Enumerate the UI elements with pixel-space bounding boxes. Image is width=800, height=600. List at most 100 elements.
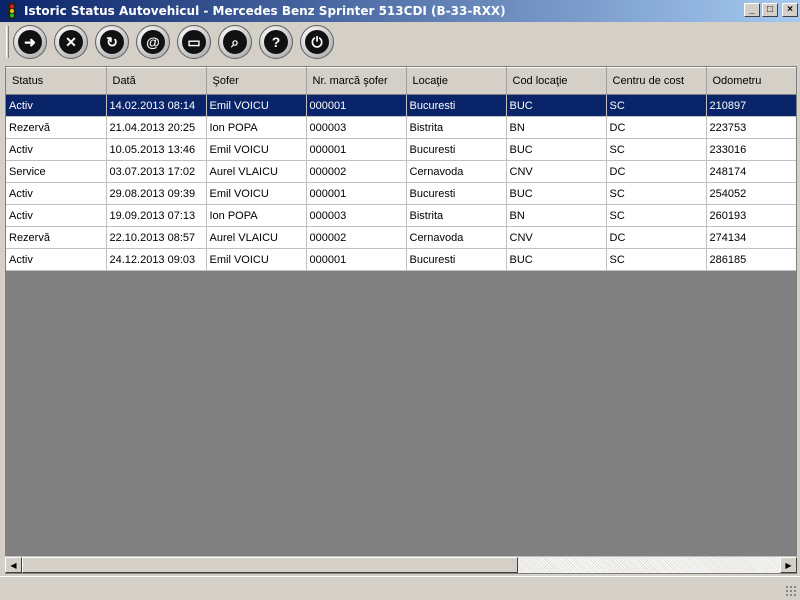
scroll-left-arrow-icon[interactable]: ◀ <box>5 557 22 573</box>
cell-status: Rezervă <box>6 116 107 139</box>
column-header-driver-id[interactable]: Nr. marcă şofer <box>306 67 407 95</box>
cell-odometer: 260193 <box>706 204 796 227</box>
email-button[interactable]: @ <box>136 25 170 59</box>
cell-odometer: 254052 <box>706 182 796 205</box>
cell-driver-id: 000002 <box>306 226 407 249</box>
cell-status: Activ <box>6 204 107 227</box>
cell-location-code: BUC <box>506 94 607 117</box>
cell-status: Activ <box>6 138 107 161</box>
cell-odometer: 274134 <box>706 226 796 249</box>
cell-driver-id: 000003 <box>306 204 407 227</box>
cell-location: Bucuresti <box>406 94 507 117</box>
help-button[interactable]: ? <box>259 25 293 59</box>
status-table: Status Dată Şofer Nr. marcă şofer Locaţi… <box>6 67 796 271</box>
table-row[interactable]: Rezervă 21.04.2013 20:25 Ion POPA 000003… <box>6 116 796 139</box>
cell-cost-center: DC <box>606 160 707 183</box>
exit-button[interactable]: ➜ <box>13 25 47 59</box>
cell-driver-id: 000001 <box>306 182 407 205</box>
column-header-odometer[interactable]: Odometru <box>706 67 796 95</box>
cell-status: Activ <box>6 248 107 271</box>
table-row[interactable]: Service 03.07.2013 17:02 Aurel VLAICU 00… <box>6 160 796 183</box>
cell-odometer: 248174 <box>706 160 796 183</box>
delete-icon: ✕ <box>59 30 83 54</box>
cell-location: Bistrita <box>406 116 507 139</box>
status-bar <box>0 576 800 600</box>
cell-driver: Emil VOICU <box>206 248 307 271</box>
search-button[interactable]: ⌕ <box>218 25 252 59</box>
cell-driver-id: 000001 <box>306 94 407 117</box>
column-header-status[interactable]: Status <box>6 67 107 95</box>
cell-driver: Ion POPA <box>206 204 307 227</box>
help-icon: ? <box>264 30 288 54</box>
table-row[interactable]: Activ 14.02.2013 08:14 Emil VOICU 000001… <box>6 94 796 117</box>
email-icon: @ <box>141 30 165 54</box>
cell-odometer: 223753 <box>706 116 796 139</box>
cell-location-code: BUC <box>506 248 607 271</box>
cell-location-code: CNV <box>506 160 607 183</box>
cell-driver: Aurel VLAICU <box>206 226 307 249</box>
table-row[interactable]: Activ 24.12.2013 09:03 Emil VOICU 000001… <box>6 248 796 271</box>
toolbar: ➜ ✕ ↻ @ ▭ ⌕ ? ⏻ <box>0 22 800 62</box>
refresh-button[interactable]: ↻ <box>95 25 129 59</box>
table-row[interactable]: Rezervă 22.10.2013 08:57 Aurel VLAICU 00… <box>6 226 796 249</box>
cell-date: 22.10.2013 08:57 <box>106 226 207 249</box>
cell-driver-id: 000001 <box>306 248 407 271</box>
horizontal-scrollbar[interactable]: ◀ ▶ <box>5 556 797 573</box>
cell-cost-center: SC <box>606 182 707 205</box>
exit-icon: ➜ <box>18 30 42 54</box>
cell-cost-center: DC <box>606 226 707 249</box>
cell-cost-center: SC <box>606 94 707 117</box>
cell-location-code: BUC <box>506 138 607 161</box>
cell-location: Bucuresti <box>406 138 507 161</box>
scrollbar-track[interactable] <box>518 557 780 573</box>
cell-date: 10.05.2013 13:46 <box>106 138 207 161</box>
power-icon: ⏻ <box>305 30 329 54</box>
scrollbar-thumb[interactable] <box>22 557 518 573</box>
resize-grip-icon[interactable] <box>785 585 797 597</box>
toolbar-grip[interactable] <box>6 26 9 58</box>
title-bar[interactable]: Istoric Status Autovehicul - Mercedes Be… <box>0 0 800 22</box>
table-row[interactable]: Activ 10.05.2013 13:46 Emil VOICU 000001… <box>6 138 796 161</box>
minimize-button[interactable]: _ <box>744 3 760 17</box>
cell-driver: Aurel VLAICU <box>206 160 307 183</box>
cell-driver-id: 000001 <box>306 138 407 161</box>
table-row[interactable]: Activ 19.09.2013 07:13 Ion POPA 000003 B… <box>6 204 796 227</box>
delete-button[interactable]: ✕ <box>54 25 88 59</box>
maximize-button[interactable]: □ <box>762 3 778 17</box>
cell-cost-center: SC <box>606 138 707 161</box>
cell-driver: Emil VOICU <box>206 182 307 205</box>
column-header-cost-center[interactable]: Centru de cost <box>606 67 707 95</box>
cell-location: Cernavoda <box>406 226 507 249</box>
cell-status: Service <box>6 160 107 183</box>
cell-cost-center: SC <box>606 204 707 227</box>
search-icon: ⌕ <box>223 30 247 54</box>
cell-location-code: BN <box>506 204 607 227</box>
column-header-driver[interactable]: Şofer <box>206 67 307 95</box>
cell-date: 19.09.2013 07:13 <box>106 204 207 227</box>
cell-location: Cernavoda <box>406 160 507 183</box>
cell-cost-center: SC <box>606 248 707 271</box>
column-header-location[interactable]: Locaţie <box>406 67 507 95</box>
scroll-right-arrow-icon[interactable]: ▶ <box>780 557 797 573</box>
table-row[interactable]: Activ 29.08.2013 09:39 Emil VOICU 000001… <box>6 182 796 205</box>
close-button[interactable]: × <box>782 3 798 17</box>
status-history-grid[interactable]: Status Dată Şofer Nr. marcă şofer Locaţi… <box>5 66 797 574</box>
cell-status: Activ <box>6 94 107 117</box>
cell-date: 29.08.2013 09:39 <box>106 182 207 205</box>
cell-location-code: BUC <box>506 182 607 205</box>
cell-odometer: 233016 <box>706 138 796 161</box>
cell-driver-id: 000003 <box>306 116 407 139</box>
refresh-icon: ↻ <box>100 30 124 54</box>
print-button[interactable]: ▭ <box>177 25 211 59</box>
power-button[interactable]: ⏻ <box>300 25 334 59</box>
column-header-date[interactable]: Dată <box>106 67 207 95</box>
cell-cost-center: DC <box>606 116 707 139</box>
column-header-location-code[interactable]: Cod locaţie <box>506 67 607 95</box>
cell-location: Bucuresti <box>406 182 507 205</box>
cell-driver: Emil VOICU <box>206 94 307 117</box>
cell-odometer: 210897 <box>706 94 796 117</box>
cell-date: 21.04.2013 20:25 <box>106 116 207 139</box>
cell-driver: Emil VOICU <box>206 138 307 161</box>
cell-date: 24.12.2013 09:03 <box>106 248 207 271</box>
cell-location-code: CNV <box>506 226 607 249</box>
